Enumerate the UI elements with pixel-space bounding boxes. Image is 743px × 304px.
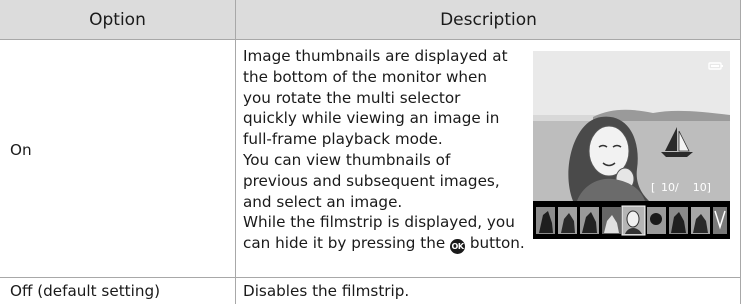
row-divider [0,39,741,40]
description-line: While the filmstrip is displayed, you [243,213,515,232]
description-line: Image thumbnails are displayed at [243,47,508,65]
header-option: Option [89,9,146,30]
camera-monitor-illustration: [ 10/ 10] [533,51,730,239]
ok-button-icon: OK [450,239,466,255]
description-off: Disables the filmstrip. [243,282,410,300]
table-header-row: Option Description [0,0,741,39]
description-line: previous and subsequent images, [243,171,500,190]
description-text: button. [469,234,525,253]
description-line: quickly while viewing an image in [243,109,500,128]
description-line: and select an image. [243,192,403,211]
description-line: you rotate the multi selector [243,88,461,107]
options-table: Option Description On Image thumbnails a… [0,0,741,304]
row-divider [0,277,741,278]
table-right-border [740,0,741,304]
column-divider [235,40,236,277]
option-off: Off (default setting) [10,282,161,300]
header-column-divider [235,0,236,39]
battery-icon-level [711,65,719,67]
header-description: Description [440,9,537,30]
description-text: can hide it by pressing the [243,234,446,253]
description-on: Image thumbnails are displayed at the bo… [243,46,525,255]
frame-counter-bracket: [ [651,181,655,194]
description-line: the bottom of the monitor when [243,67,487,86]
option-on: On [10,141,32,159]
sky [533,51,730,115]
description-line: full-frame playback mode. [243,130,443,149]
filmstrip-playback-image: [ 10/ 10] [533,51,730,239]
description-line-last: can hide it by pressing the OK button. [243,233,525,255]
battery-icon-terminal [721,65,723,67]
filmstrip-thumbnails [536,205,727,236]
description-line: You can view thumbnails of [243,150,451,169]
frame-counter: 10/ 10] [661,181,711,194]
column-divider [235,278,236,304]
